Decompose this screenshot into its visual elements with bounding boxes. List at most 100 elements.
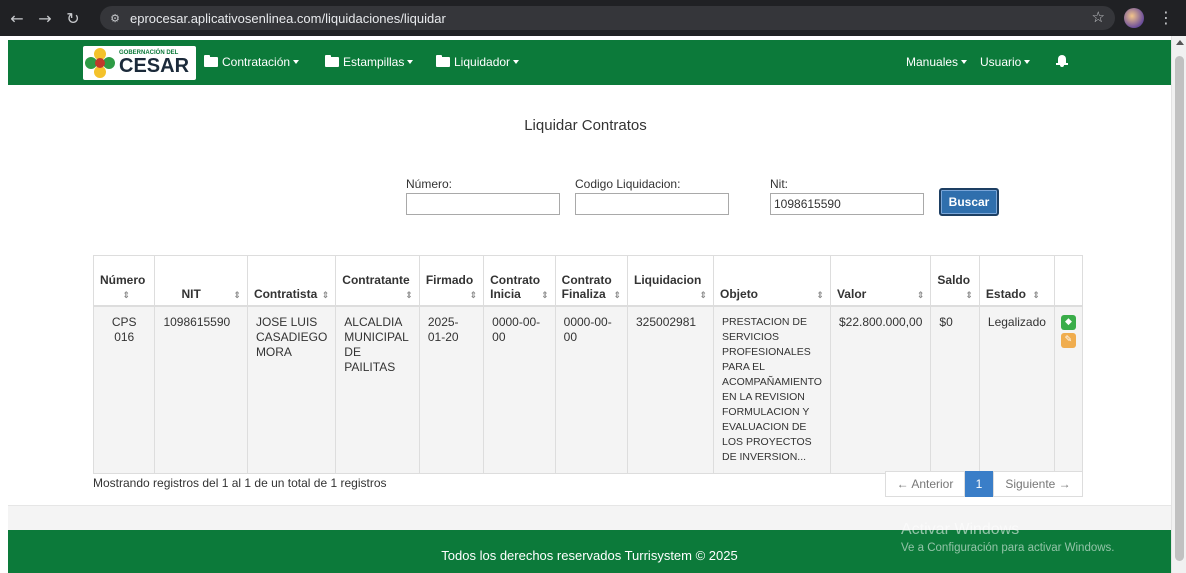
sort-icon[interactable]: ⇕ bbox=[541, 291, 549, 301]
page-title: Liquidar Contratos bbox=[524, 117, 647, 134]
header-label: Valor bbox=[836, 286, 867, 301]
menu-contratacion[interactable]: Contratación bbox=[204, 55, 300, 69]
browser-toolbar: ← → ↻ ⚙ eprocesar.aplicativosenlinea.com… bbox=[0, 0, 1186, 36]
cell-contrato-finaliza: 0000-00-00 bbox=[554, 305, 629, 474]
menu-label: Usuario bbox=[980, 55, 1022, 69]
header-label: Finaliza bbox=[561, 286, 606, 301]
profile-avatar[interactable] bbox=[1124, 8, 1144, 28]
cesar-logo[interactable]: GOBERNACIÓN DEL CESAR bbox=[83, 46, 196, 80]
cell-liquidacion: 325002981 bbox=[626, 305, 715, 474]
cell-objeto: PRESTACION DE SERVICIOS PROFESIONALES PA… bbox=[713, 305, 831, 474]
logo-title: CESAR bbox=[119, 55, 190, 77]
codigo-liquidacion-input[interactable] bbox=[575, 193, 729, 215]
sort-icon[interactable]: ⇕ bbox=[322, 291, 330, 301]
header-label: Contrato bbox=[490, 272, 541, 287]
windows-activation-watermark: Activar Windows Ve a Configuración para … bbox=[901, 522, 1115, 555]
sort-icon[interactable]: ⇕ bbox=[917, 291, 925, 301]
column-header-estado[interactable]: Estado ⇕ bbox=[978, 255, 1055, 307]
header-label: Contratista bbox=[253, 286, 318, 301]
bell-icon[interactable] bbox=[1056, 54, 1068, 68]
contracts-table: Número ⇕ NIT ⇕ Contratista ⇕ Contratante ⇕… bbox=[92, 255, 1084, 474]
sort-icon[interactable]: ⇕ bbox=[470, 291, 478, 301]
cell-contrato-inicia: 0000-00-00 bbox=[483, 305, 556, 474]
table-header-row: Número ⇕ NIT ⇕ Contratista ⇕ Contratante ⇕… bbox=[92, 255, 1084, 307]
sort-icon[interactable]: ⇕ bbox=[699, 291, 707, 301]
sort-icon[interactable]: ⇕ bbox=[122, 291, 130, 301]
header-label: Objeto bbox=[720, 286, 759, 301]
menu-liquidador[interactable]: Liquidador bbox=[436, 55, 520, 69]
menu-label: Manuales bbox=[906, 55, 959, 69]
pagination-next[interactable]: Siguiente → bbox=[993, 471, 1083, 497]
sort-icon[interactable]: ⇕ bbox=[233, 291, 241, 301]
address-bar[interactable]: ⚙ eprocesar.aplicativosenlinea.com/liqui… bbox=[100, 6, 1115, 30]
menu-label: Estampillas bbox=[343, 55, 405, 69]
sort-icon[interactable]: ⇕ bbox=[816, 291, 824, 301]
menu-label: Contratación bbox=[222, 55, 291, 69]
sort-icon[interactable]: ⇕ bbox=[965, 291, 973, 301]
sort-icon[interactable]: ⇕ bbox=[1032, 291, 1040, 301]
column-header-firmado[interactable]: Firmado ⇕ bbox=[418, 255, 485, 307]
cesar-emblem-icon bbox=[85, 48, 115, 78]
column-header-contrato-inicia[interactable]: Contrato Inicia ⇕ bbox=[483, 255, 556, 307]
header-label: Contrato bbox=[561, 272, 612, 287]
scroll-thumb[interactable] bbox=[1175, 56, 1184, 561]
column-header-nit[interactable]: NIT ⇕ bbox=[154, 255, 248, 307]
buscar-button[interactable]: Buscar bbox=[939, 188, 999, 216]
bookmark-star-icon[interactable]: ☆ bbox=[1092, 8, 1105, 26]
sort-icon[interactable]: ⇕ bbox=[613, 291, 621, 301]
header-label: Saldo bbox=[937, 272, 971, 287]
header-label: Firmado bbox=[425, 272, 474, 287]
pagination-page-1[interactable]: 1 bbox=[965, 471, 993, 497]
folder-icon bbox=[204, 55, 218, 67]
column-header-contratante[interactable]: Contratante ⇕ bbox=[335, 255, 420, 307]
header-label: NIT bbox=[181, 286, 201, 301]
column-header-valor[interactable]: Valor ⇕ bbox=[829, 255, 932, 307]
app-navbar: GOBERNACIÓN DEL CESAR Contratación Estam… bbox=[8, 40, 1171, 85]
scroll-up-arrow-icon[interactable] bbox=[1176, 40, 1184, 45]
caret-down-icon bbox=[1024, 60, 1031, 64]
folder-icon bbox=[325, 55, 339, 67]
back-arrow-icon[interactable]: ← bbox=[6, 7, 28, 29]
menu-estampillas[interactable]: Estampillas bbox=[325, 55, 414, 69]
menu-usuario[interactable]: Usuario bbox=[980, 55, 1031, 69]
cell-contratante: ALCALDIA MUNICIPAL DE PAILITAS bbox=[335, 305, 420, 474]
column-header-contrato-finaliza[interactable]: Contrato Finaliza ⇕ bbox=[554, 255, 629, 307]
header-label: Estado bbox=[985, 286, 1026, 301]
tag-icon[interactable]: ◆ bbox=[1060, 314, 1076, 330]
cell-valor: $22.800.000,00 bbox=[829, 305, 932, 474]
caret-down-icon bbox=[513, 60, 520, 64]
cell-actions: ◆ ✎ bbox=[1053, 305, 1084, 474]
nit-label: Nit: bbox=[770, 177, 788, 191]
gavel-icon[interactable]: ✎ bbox=[1060, 332, 1076, 348]
column-header-saldo[interactable]: Saldo ⇕ bbox=[930, 255, 980, 307]
menu-manuales[interactable]: Manuales bbox=[906, 55, 968, 69]
caret-down-icon bbox=[961, 60, 968, 64]
browser-menu-icon[interactable]: ⋮ bbox=[1158, 8, 1174, 27]
column-header-numero[interactable]: Número ⇕ bbox=[92, 255, 156, 307]
forward-arrow-icon[interactable]: → bbox=[34, 7, 56, 29]
column-header-contratista[interactable]: Contratista ⇕ bbox=[246, 255, 337, 307]
column-header-liquidacion[interactable]: Liquidacion ⇕ bbox=[626, 255, 715, 307]
sort-icon[interactable]: ⇕ bbox=[405, 291, 413, 301]
table-row[interactable]: CPS 016 1098615590 JOSE LUIS CASADIEGO M… bbox=[92, 305, 1084, 474]
cell-nit: 1098615590 bbox=[154, 305, 248, 474]
reload-icon[interactable]: ↻ bbox=[62, 7, 84, 29]
header-label: Inicia bbox=[490, 286, 521, 301]
numero-label: Número: bbox=[406, 177, 453, 191]
caret-down-icon bbox=[293, 60, 300, 64]
column-header-objeto[interactable]: Objeto ⇕ bbox=[713, 255, 831, 307]
pagination-previous[interactable]: ← Anterior bbox=[885, 471, 965, 497]
cell-saldo: $0 bbox=[930, 305, 980, 474]
header-label: Liquidacion bbox=[634, 272, 702, 287]
header-label: Contratante bbox=[342, 272, 410, 287]
nit-input[interactable] bbox=[770, 193, 924, 215]
page-scrollbar[interactable] bbox=[1171, 36, 1186, 573]
column-header-actions bbox=[1053, 255, 1084, 307]
site-info-icon[interactable]: ⚙ bbox=[106, 9, 124, 27]
cell-estado: Legalizado bbox=[978, 305, 1055, 474]
cell-firmado: 2025-01-20 bbox=[418, 305, 485, 474]
numero-input[interactable] bbox=[406, 193, 560, 215]
browser-window: ← → ↻ ⚙ eprocesar.aplicativosenlinea.com… bbox=[0, 0, 1186, 573]
folder-icon bbox=[436, 55, 450, 67]
cell-contratista: JOSE LUIS CASADIEGO MORA bbox=[246, 305, 337, 474]
